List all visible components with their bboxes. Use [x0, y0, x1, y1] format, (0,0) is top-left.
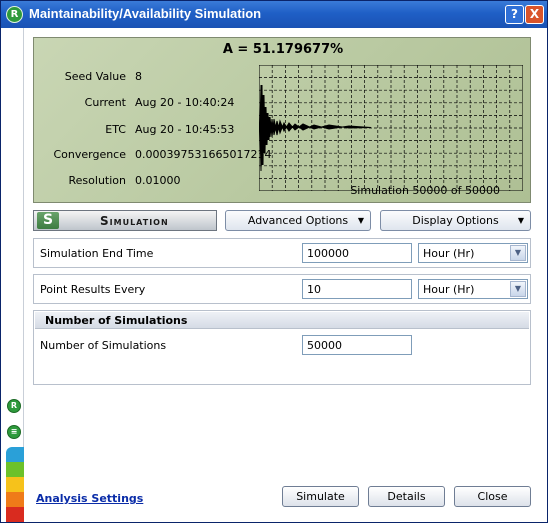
app-icon: R [6, 6, 23, 23]
color-stripe [6, 492, 24, 507]
seed-value: 8 [135, 70, 142, 83]
resolution-label: Resolution [68, 174, 126, 187]
chevron-down-icon[interactable]: ▼ [510, 245, 526, 261]
simulate-button[interactable]: Simulate [282, 486, 359, 507]
availability-value: A = 51.179677% [222, 42, 344, 57]
end-time-label: Simulation End Time [40, 247, 154, 260]
end-time-unit-value: Hour (Hr) [423, 247, 475, 260]
number-of-simulations-header: Number of Simulations [35, 312, 529, 329]
convergence-trace [259, 84, 372, 172]
number-of-simulations-panel: Number of Simulations Number of Simulati… [33, 310, 531, 385]
current-value: Aug 20 - 10:40:24 [135, 96, 235, 109]
window-title: Maintainability/Availability Simulation [29, 6, 262, 21]
advanced-options-button[interactable]: Advanced Options ▼ [225, 210, 371, 231]
etc-value: Aug 20 - 10:45:53 [135, 123, 235, 136]
point-results-label: Point Results Every [40, 283, 146, 296]
convergence-value: 0.000397531665017214 [135, 148, 272, 161]
color-stripe [6, 477, 24, 492]
etc-label: ETC [105, 123, 126, 136]
resolution-value: 0.01000 [135, 174, 181, 187]
chevron-down-icon[interactable]: ▼ [510, 281, 526, 297]
point-results-input[interactable]: 10 [302, 279, 412, 299]
simulation-logo-text: Simulation [100, 214, 169, 228]
point-results-panel: Point Results Every 10 Hour (Hr) ▼ [33, 274, 531, 304]
details-button[interactable]: Details [368, 486, 445, 507]
point-results-unit-select[interactable]: Hour (Hr) ▼ [418, 279, 528, 299]
color-stripe [6, 462, 24, 477]
simulation-display: A = 51.179677% Seed Value 8 Current Aug … [33, 37, 531, 203]
end-time-unit-select[interactable]: Hour (Hr) ▼ [418, 243, 528, 263]
green-menu-icon[interactable]: ≡ [7, 425, 21, 439]
color-stripes [6, 447, 24, 522]
analysis-settings-link[interactable]: Analysis Settings [36, 492, 143, 505]
seed-value-label: Seed Value [64, 70, 126, 83]
simulation-logo: S Simulation [33, 210, 217, 231]
chevron-down-icon: ▼ [517, 216, 525, 225]
simulation-s-icon: S [37, 212, 59, 229]
convergence-label: Convergence [53, 148, 126, 161]
help-button[interactable]: ? [505, 5, 524, 24]
options-toolbar: S Simulation Advanced Options ▼ Display … [33, 210, 531, 233]
display-options-label: Display Options [412, 214, 499, 227]
simulation-count: Simulation 50000 of 50000 [350, 184, 500, 197]
left-sidebar: R ≡ [2, 28, 24, 522]
number-of-simulations-input[interactable]: 50000 [302, 335, 412, 355]
reliasoft-icon[interactable]: R [7, 399, 21, 413]
end-time-panel: Simulation End Time 100000 Hour (Hr) ▼ [33, 238, 531, 268]
color-stripe [6, 447, 24, 462]
convergence-chart [259, 65, 523, 191]
advanced-options-label: Advanced Options [247, 214, 349, 227]
chart-grid [259, 65, 523, 191]
close-window-button[interactable]: X [525, 5, 544, 24]
number-of-simulations-label: Number of Simulations [40, 339, 167, 352]
chevron-down-icon: ▼ [357, 216, 365, 225]
point-results-unit-value: Hour (Hr) [423, 283, 475, 296]
current-label: Current [84, 96, 126, 109]
close-button[interactable]: Close [454, 486, 531, 507]
color-stripe [6, 507, 24, 522]
title-bar[interactable]: R Maintainability/Availability Simulatio… [1, 1, 547, 28]
end-time-input[interactable]: 100000 [302, 243, 412, 263]
simulation-window: R Maintainability/Availability Simulatio… [0, 0, 548, 523]
display-options-button[interactable]: Display Options ▼ [380, 210, 531, 231]
